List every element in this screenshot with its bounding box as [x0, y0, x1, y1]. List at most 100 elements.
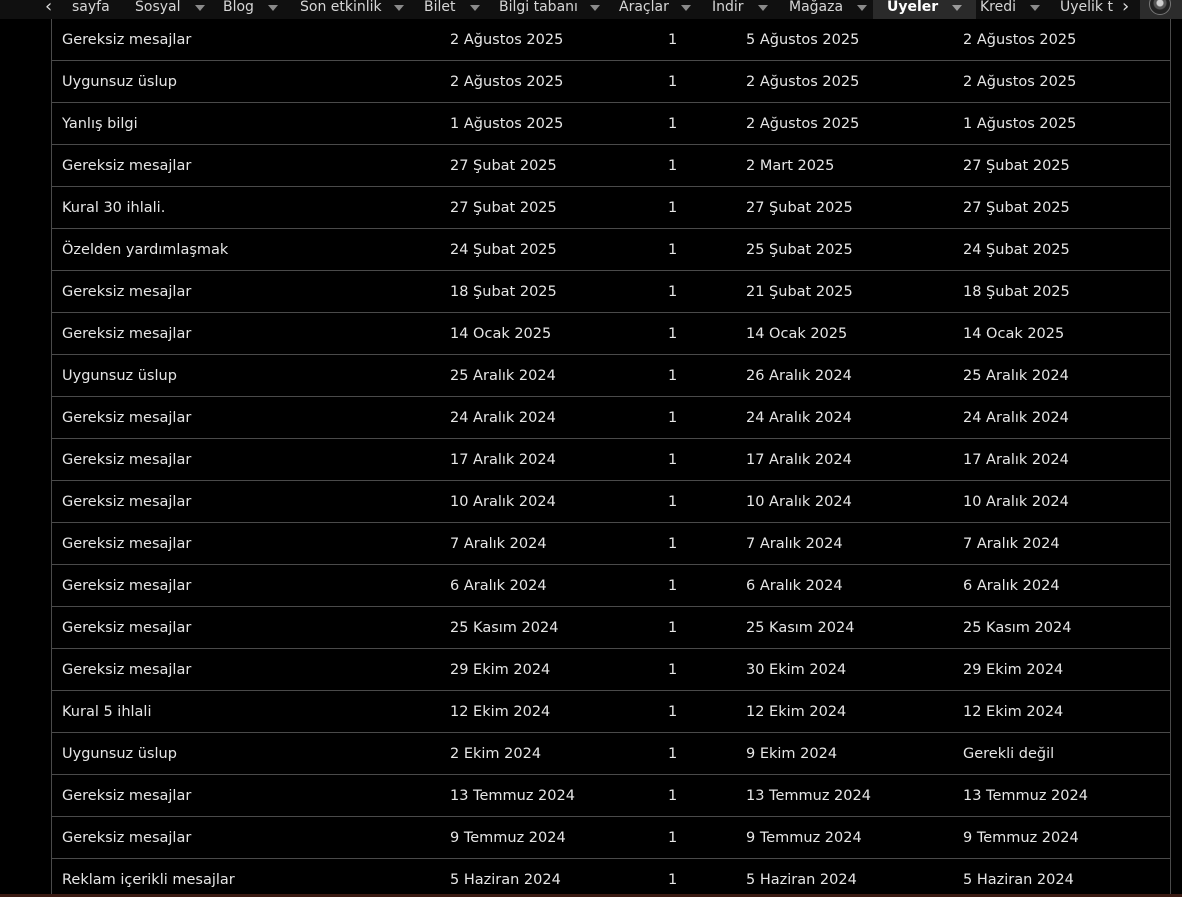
warning-points: 1 [668, 368, 678, 384]
warning-expiry: 12 Ekim 2024 [746, 704, 847, 720]
chevron-down-icon[interactable] [589, 5, 600, 11]
warning-reason[interactable]: Gereksiz mesajlar [62, 536, 191, 553]
warning-reason[interactable]: Gereksiz mesajlar [62, 158, 191, 175]
warning-points: 1 [668, 32, 678, 48]
warning-date: 2 Ağustos 2025 [450, 32, 564, 48]
warning-points: 1 [668, 536, 678, 552]
warning-expiry: 7 Aralık 2024 [746, 536, 843, 552]
warning-expiry: 5 Ağustos 2025 [746, 32, 860, 48]
warning-end: 13 Temmuz 2024 [963, 788, 1088, 804]
warning-points: 1 [668, 704, 678, 720]
nav-item-blog[interactable]: Blog [223, 0, 278, 19]
warning-expiry: 5 Haziran 2024 [746, 872, 857, 888]
nav-item-label: Bilet [424, 0, 456, 15]
table-row: Gereksiz mesajlar 13 Temmuz 2024 1 13 Te… [52, 775, 1170, 817]
nav-item-store[interactable]: Mağaza [789, 0, 868, 19]
warning-points: 1 [668, 872, 678, 888]
table-row: Gereksiz mesajlar 29 Ekim 2024 1 30 Ekim… [52, 649, 1170, 691]
warning-reason[interactable]: Gereksiz mesajlar [62, 326, 191, 343]
warning-date: 12 Ekim 2024 [450, 704, 551, 720]
warning-expiry: 14 Ocak 2025 [746, 326, 848, 342]
warning-date: 18 Şubat 2025 [450, 284, 557, 300]
warning-reason[interactable]: Gereksiz mesajlar [62, 578, 191, 595]
warning-points: 1 [668, 242, 678, 258]
warning-points: 1 [668, 662, 678, 678]
nav-item-label: Üyelik t [1060, 0, 1113, 15]
chevron-down-icon[interactable] [393, 5, 404, 11]
warning-expiry: 25 Kasım 2024 [746, 620, 855, 636]
nav-item-download[interactable]: İndir [712, 0, 768, 19]
nav-item-recent-activity[interactable]: Son etkinlik [300, 0, 404, 19]
warning-expiry: 24 Aralık 2024 [746, 410, 852, 426]
table-row: Gereksiz mesajlar 6 Aralık 2024 1 6 Aral… [52, 565, 1170, 607]
warning-end: 12 Ekim 2024 [963, 704, 1064, 720]
warning-reason[interactable]: Reklam içerikli mesajlar [62, 872, 235, 889]
warning-date: 2 Ekim 2024 [450, 746, 542, 762]
chevron-down-icon[interactable] [1030, 5, 1041, 11]
nav-item-home[interactable]: sayfa [72, 0, 110, 19]
nav-item-knowledge-base[interactable]: Bilgi tabanı [499, 0, 600, 19]
warning-reason[interactable]: Uygunsuz üslup [62, 746, 177, 763]
nav-item-label: Sosyal [135, 0, 181, 15]
table-row: Gereksiz mesajlar 17 Aralık 2024 1 17 Ar… [52, 439, 1170, 481]
nav-item-membership[interactable]: Üyelik t [1060, 0, 1113, 19]
nav-item-credit[interactable]: Kredi [980, 0, 1041, 19]
warning-reason[interactable]: Yanlış bilgi [62, 116, 138, 133]
warning-reason[interactable]: Gereksiz mesajlar [62, 788, 191, 805]
warning-reason[interactable]: Özelden yardımlaşmak [62, 242, 228, 259]
warning-date: 1 Ağustos 2025 [450, 116, 564, 132]
table-row: Yanlış bilgi 1 Ağustos 2025 1 2 Ağustos … [52, 103, 1170, 145]
chevron-down-icon[interactable] [680, 5, 691, 11]
warning-reason[interactable]: Uygunsuz üslup [62, 368, 177, 385]
warning-end: 6 Aralık 2024 [963, 578, 1060, 594]
warning-date: 2 Ağustos 2025 [450, 74, 564, 90]
nav-item-label: sayfa [72, 0, 110, 15]
warning-expiry: 30 Ekim 2024 [746, 662, 847, 678]
warning-points: 1 [668, 830, 678, 846]
warning-reason[interactable]: Gereksiz mesajlar [62, 662, 191, 679]
nav-item-tools[interactable]: Araçlar [619, 0, 691, 19]
warning-date: 6 Aralık 2024 [450, 578, 547, 594]
scroll-left-icon[interactable]: ‹ [45, 0, 52, 17]
warning-reason[interactable]: Gereksiz mesajlar [62, 494, 191, 511]
chevron-down-icon[interactable] [952, 5, 963, 11]
warning-date: 24 Aralık 2024 [450, 410, 556, 426]
warning-reason[interactable]: Gereksiz mesajlar [62, 410, 191, 427]
warning-reason[interactable]: Uygunsuz üslup [62, 74, 177, 91]
warnings-table: Gereksiz mesajlar 2 Ağustos 2025 1 5 Ağu… [51, 19, 1171, 897]
scroll-right-icon[interactable]: › [1122, 0, 1129, 17]
table-row: Uygunsuz üslup 2 Ağustos 2025 1 2 Ağusto… [52, 61, 1170, 103]
warning-reason[interactable]: Gereksiz mesajlar [62, 830, 191, 847]
chevron-down-icon[interactable] [194, 5, 205, 11]
warning-expiry: 2 Ağustos 2025 [746, 74, 860, 90]
warning-date: 25 Aralık 2024 [450, 368, 556, 384]
table-row: Uygunsuz üslup 2 Ekim 2024 1 9 Ekim 2024… [52, 733, 1170, 775]
warning-date: 5 Haziran 2024 [450, 872, 561, 888]
warning-end: 1 Ağustos 2025 [963, 116, 1077, 132]
warning-reason[interactable]: Gereksiz mesajlar [62, 620, 191, 637]
nav-item-ticket[interactable]: Bilet [424, 0, 480, 19]
warning-points: 1 [668, 74, 678, 90]
warning-points: 1 [668, 326, 678, 342]
warning-points: 1 [668, 284, 678, 300]
nav-item-members[interactable]: Üyeler [873, 0, 977, 19]
nav-item-social[interactable]: Sosyal [135, 0, 205, 19]
warning-date: 14 Ocak 2025 [450, 326, 552, 342]
warning-reason[interactable]: Gereksiz mesajlar [62, 452, 191, 469]
warning-reason[interactable]: Gereksiz mesajlar [62, 284, 191, 301]
warning-end: 29 Ekim 2024 [963, 662, 1064, 678]
table-row: Özelden yardımlaşmak 24 Şubat 2025 1 25 … [52, 229, 1170, 271]
warning-expiry: 9 Ekim 2024 [746, 746, 838, 762]
warning-date: 29 Ekim 2024 [450, 662, 551, 678]
chevron-down-icon[interactable] [857, 5, 868, 11]
warning-reason[interactable]: Kural 30 ihlali. [62, 200, 165, 217]
warning-reason[interactable]: Gereksiz mesajlar [62, 32, 191, 49]
warning-end: 14 Ocak 2025 [963, 326, 1065, 342]
chevron-down-icon[interactable] [469, 5, 480, 11]
chevron-down-icon[interactable] [757, 5, 768, 11]
warning-reason[interactable]: Kural 5 ihlali [62, 704, 152, 721]
chevron-down-icon[interactable] [267, 5, 278, 11]
warning-end: 25 Aralık 2024 [963, 368, 1069, 384]
warning-date: 27 Şubat 2025 [450, 158, 557, 174]
warning-expiry: 17 Aralık 2024 [746, 452, 852, 468]
